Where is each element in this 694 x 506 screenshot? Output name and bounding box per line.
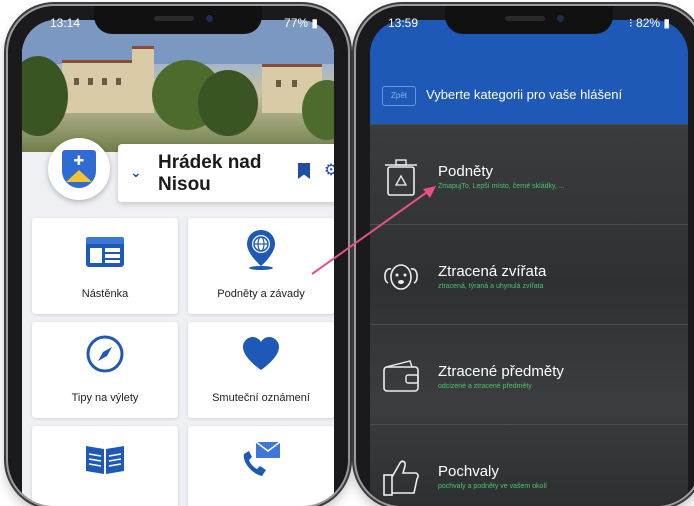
category-title: Ztracená zvířata [438,263,547,280]
left-phone-screen: ✚ ⌄ Hrádek nad Nisou ⚙ Nástěnka Podněty … [22,20,334,506]
battery-level: 77% [284,16,309,30]
status-time: 13:59 [388,16,419,30]
tile-podnety-a-zavady[interactable]: Podněty a závady [188,218,334,314]
status-battery: ⁝ 82% ▮ [629,16,670,30]
recycle-bin-icon [385,159,417,196]
category-subtitle: ztracená, týraná a uhynulá zvířata [438,283,544,290]
category-subtitle: ZmapujTo, Lepší místo, černé skládky, ..… [438,183,565,190]
map-pin-icon [247,230,275,270]
category-podnety[interactable]: Podněty ZmapujTo, Lepší místo, černé skl… [370,124,688,225]
category-subtitle: pochvaly a podněty ve vašem okolí [438,483,547,490]
back-button[interactable]: Zpět [382,86,416,106]
wallet-icon [383,360,419,392]
board-icon [86,237,124,267]
gear-icon[interactable]: ⚙ [324,160,334,180]
tile-label: Tipy na výlety [71,392,139,404]
tile-smutecni-oznameni[interactable]: Smuteční oznámení [188,322,334,418]
dog-icon [384,264,418,290]
tile-label: Podněty a závady [217,288,305,300]
category-ztracena-zvirata[interactable]: Ztracená zvířata ztracená, týraná a uhyn… [370,224,688,325]
right-phone-screen: Zpět Vyberte kategorii pro vaše hlášení … [370,20,688,506]
notch [94,6,262,34]
notch [445,6,613,34]
town-crest-logo[interactable]: ✚ [48,138,110,200]
thumbs-up-icon [383,460,419,496]
heart-icon [243,337,279,370]
town-photo [22,20,334,152]
book-icon [86,446,124,474]
category-title: Podněty [438,163,494,180]
category-pochvaly[interactable]: Pochvaly pochvaly a podněty ve vašem oko… [370,424,688,506]
town-name: Hrádek nad Nisou [158,152,262,195]
category-ztracene-predmety[interactable]: Ztracené předměty odcizené a ztracené př… [370,324,688,425]
phone-mail-icon [243,441,281,476]
category-title: Ztracené předměty [438,363,564,380]
tile-label: Smuteční oznámení [212,392,310,404]
left-phone: ✚ ⌄ Hrádek nad Nisou ⚙ Nástěnka Podněty … [8,6,348,506]
header-bar: Zpět Vyberte kategorii pro vaše hlášení [370,20,688,124]
right-phone: Zpět Vyberte kategorii pro vaše hlášení … [356,6,694,506]
compass-icon [86,335,124,373]
battery-icon: ▮ [311,16,318,30]
page-title: Vyberte kategorii pro vaše hlášení [426,87,623,102]
town-selector-card[interactable]: ⌄ Hrádek nad Nisou ⚙ [118,144,334,202]
battery-icon: ▮ [663,16,670,30]
chevron-down-icon[interactable]: ⌄ [130,164,142,181]
status-battery: 77% ▮ [284,16,318,30]
tile-contact[interactable] [188,426,334,506]
tile-tipy-na-vylety[interactable]: Tipy na výlety [32,322,178,418]
category-title: Pochvaly [438,463,499,480]
tile-label: Nástěnka [81,288,129,300]
signal-icon: ⁝ [628,16,633,30]
tile-book[interactable] [32,426,178,506]
bookmark-icon[interactable] [298,163,310,179]
category-subtitle: odcizené a ztracené předměty [438,383,532,390]
tile-nastenka[interactable]: Nástěnka [32,218,178,314]
battery-level: 82% [636,16,661,30]
status-time: 13:14 [50,16,81,30]
